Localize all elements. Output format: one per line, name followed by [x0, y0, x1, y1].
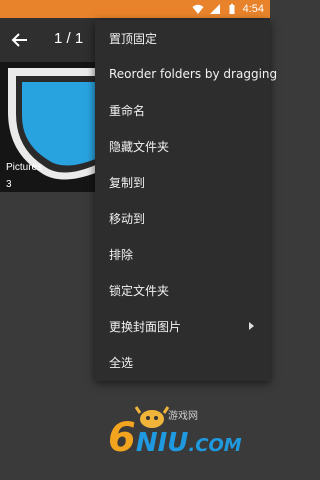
- context-menu: 置顶固定 Reorder folders by dragging 重命名 隐藏文…: [95, 20, 277, 381]
- watermark-logo: 6NIU.COM 游戏网: [108, 405, 248, 461]
- wifi-icon: [192, 3, 204, 15]
- menu-item-label: 全选: [109, 355, 134, 370]
- menu-item-label: 移动到: [109, 211, 146, 226]
- menu-item-change-cover[interactable]: 更换封面图片: [95, 308, 270, 344]
- folder-thumbnail[interactable]: Pictures 3: [0, 62, 98, 192]
- menu-item-exclude[interactable]: 排除: [95, 236, 270, 272]
- menu-item-reorder[interactable]: Reorder folders by dragging: [95, 56, 277, 92]
- menu-item-hide-folder[interactable]: 隐藏文件夹: [95, 128, 270, 164]
- status-icons: 4:54: [192, 0, 264, 18]
- menu-item-label: 复制到: [109, 175, 146, 190]
- battery-icon: [226, 3, 238, 15]
- menu-item-label: 置顶固定: [109, 31, 158, 46]
- status-time: 4:54: [242, 3, 264, 15]
- folder-name: Pictures: [6, 162, 43, 173]
- back-button[interactable]: [8, 28, 32, 52]
- menu-item-copy-to[interactable]: 复制到: [95, 164, 270, 200]
- menu-item-label: 隐藏文件夹: [109, 139, 170, 154]
- status-bar: 4:54: [0, 0, 270, 18]
- chevron-right-icon: [249, 322, 254, 330]
- menu-item-select-all[interactable]: 全选: [95, 344, 270, 380]
- menu-item-label: 排除: [109, 247, 134, 262]
- signal-icon: [209, 3, 221, 15]
- page-counter: 1 / 1: [54, 30, 84, 47]
- watermark-subtext: 游戏网: [168, 411, 198, 422]
- menu-item-rename[interactable]: 重命名: [95, 92, 270, 128]
- menu-item-label: 重命名: [109, 103, 146, 118]
- arrow-left-icon: [11, 33, 27, 47]
- menu-item-pin[interactable]: 置顶固定: [95, 20, 270, 56]
- menu-item-label: 更换封面图片: [109, 319, 182, 334]
- menu-item-lock-folder[interactable]: 锁定文件夹: [95, 272, 270, 308]
- folder-count: 3: [6, 179, 12, 190]
- menu-item-label: 锁定文件夹: [109, 283, 170, 298]
- menu-item-move-to[interactable]: 移动到: [95, 200, 270, 236]
- menu-item-label: Reorder folders by dragging: [109, 67, 278, 81]
